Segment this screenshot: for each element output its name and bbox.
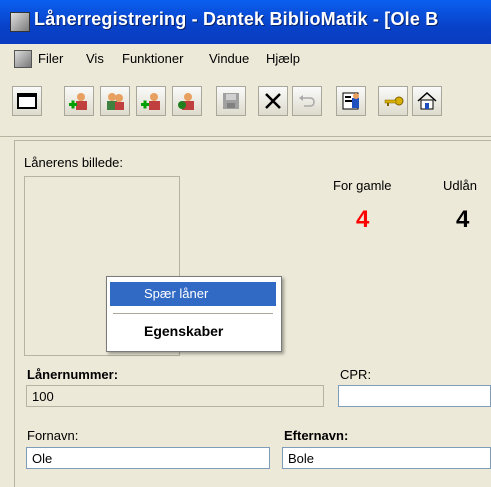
properties-icon bbox=[342, 92, 359, 110]
context-menu: Spær låner Egenskaber bbox=[106, 276, 282, 352]
cpr-label: CPR: bbox=[340, 367, 372, 382]
fornavn-label: Fornavn: bbox=[27, 428, 79, 443]
document-system-icon[interactable] bbox=[14, 50, 32, 68]
menu-funktioner[interactable]: Funktioner bbox=[122, 51, 183, 66]
house-button[interactable] bbox=[412, 86, 442, 116]
menu-item-spaer-laner[interactable]: Spær låner bbox=[110, 282, 276, 306]
undo-button[interactable] bbox=[292, 86, 322, 116]
properties-button[interactable] bbox=[336, 86, 366, 116]
lanernummer-field[interactable]: 100 bbox=[26, 385, 324, 407]
house-icon bbox=[417, 91, 437, 110]
save-icon bbox=[223, 93, 239, 109]
efternavn-label: Efternavn: bbox=[284, 428, 349, 443]
menu-vindue[interactable]: Vindue bbox=[209, 51, 249, 66]
menu-separator bbox=[113, 313, 273, 314]
delete-button[interactable] bbox=[258, 86, 288, 116]
for-gamle-label: For gamle bbox=[333, 178, 392, 193]
remove-user-button[interactable] bbox=[172, 86, 202, 116]
efternavn-field[interactable]: Bole bbox=[282, 447, 491, 469]
add-user-icon bbox=[69, 93, 87, 110]
udlan-label: Udlån bbox=[443, 178, 477, 193]
photo-label: Lånerens billede: bbox=[24, 155, 124, 170]
app-icon bbox=[10, 12, 30, 32]
title-bar[interactable]: Lånerregistrering - Dantek BiblioMatik -… bbox=[0, 0, 491, 44]
for-gamle-count: 4 bbox=[356, 206, 370, 233]
fornavn-field[interactable]: Ole bbox=[26, 447, 270, 469]
toolbar bbox=[0, 74, 491, 137]
users-button[interactable] bbox=[100, 86, 130, 116]
menu-filer[interactable]: Filer bbox=[38, 51, 63, 66]
key-icon bbox=[384, 96, 404, 106]
delete-icon bbox=[265, 93, 281, 109]
add-users-button[interactable] bbox=[136, 86, 166, 116]
add-users-icon bbox=[141, 93, 160, 110]
cpr-field[interactable] bbox=[338, 385, 491, 407]
menu-item-egenskaber[interactable]: Egenskaber bbox=[110, 319, 276, 343]
udlan-count: 4 bbox=[456, 206, 470, 233]
window-button[interactable] bbox=[12, 86, 42, 116]
key-button[interactable] bbox=[378, 86, 408, 116]
menu-hjaelp[interactable]: Hjælp bbox=[266, 51, 300, 66]
add-user-button[interactable] bbox=[64, 86, 94, 116]
window-title: Lånerregistrering - Dantek BiblioMatik -… bbox=[34, 9, 439, 29]
undo-icon bbox=[299, 95, 315, 107]
users-icon bbox=[107, 93, 124, 110]
lanernummer-label: Lånernummer: bbox=[27, 367, 119, 382]
menu-vis[interactable]: Vis bbox=[86, 51, 104, 66]
window-icon bbox=[17, 93, 37, 109]
remove-user-icon bbox=[178, 93, 194, 110]
menu-bar: Filer Vis Funktioner Vindue Hjælp bbox=[0, 44, 491, 74]
save-button[interactable] bbox=[216, 86, 246, 116]
